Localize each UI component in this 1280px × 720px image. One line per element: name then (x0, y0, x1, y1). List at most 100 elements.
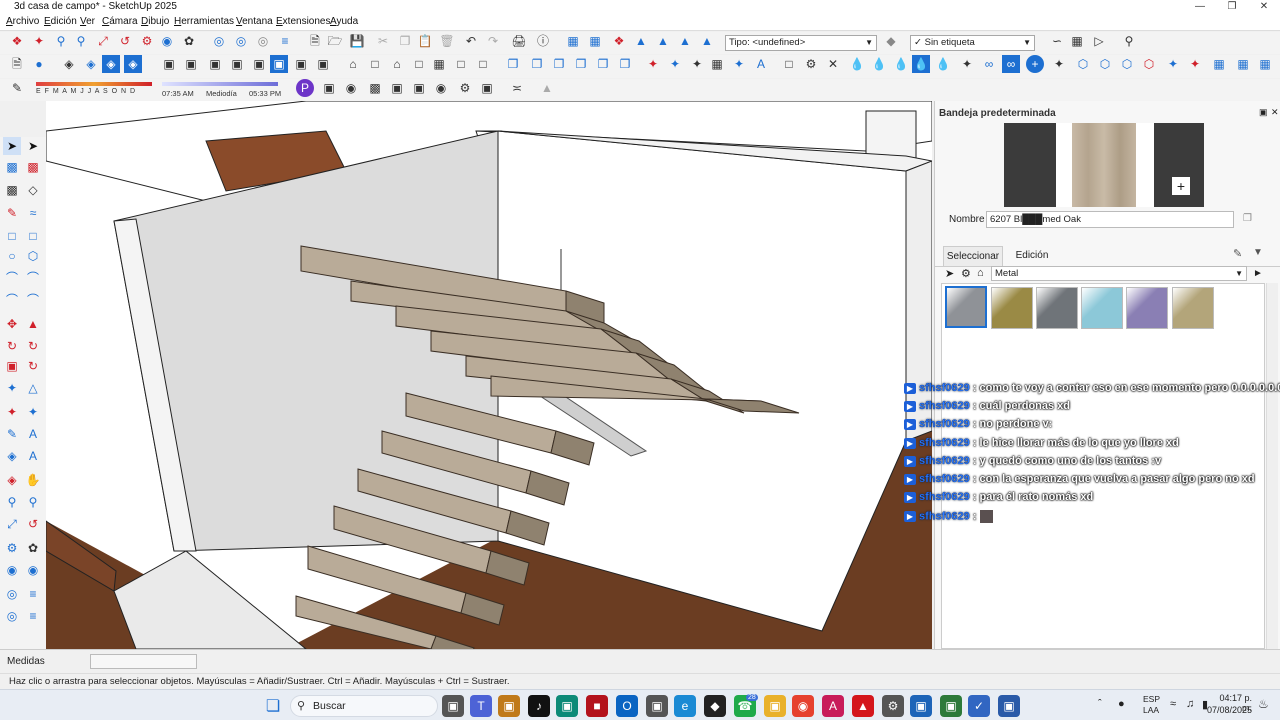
menu-archivo[interactable]: Archivo (6, 16, 39, 27)
render-icon[interactable]: ◉ (432, 79, 450, 97)
mic-icon[interactable]: ● (1118, 698, 1125, 710)
paste-icon[interactable]: 📋 (416, 32, 434, 50)
close-tray-icon[interactable]: ✕ (1271, 107, 1279, 118)
menu-ventana[interactable]: Ventana (236, 16, 273, 27)
tool-m-icon[interactable]: ▦ (1210, 55, 1228, 73)
dimension-2-icon[interactable]: ✦ (24, 403, 42, 421)
tool-i-icon[interactable]: ⬡ (1118, 55, 1136, 73)
sketchup-icon[interactable]: ▣ (910, 695, 932, 717)
details-icon[interactable]: ▼ (1253, 247, 1263, 258)
swatch-4[interactable] (1126, 287, 1168, 329)
drop-3-icon[interactable]: 💧 (892, 55, 910, 73)
rotate-icon[interactable]: ↻ (3, 337, 21, 355)
camera-front-icon[interactable]: ◈ (102, 55, 120, 73)
walk-2-icon[interactable]: ✿ (24, 539, 42, 557)
tool-a-icon[interactable]: ✦ (644, 55, 662, 73)
outer-shell-icon[interactable]: ❐ (504, 55, 522, 73)
tape-measure-icon[interactable]: ∽ (1048, 32, 1066, 50)
box-icon[interactable]: ▣ (320, 79, 338, 97)
menu-herramientas[interactable]: Herramientas (174, 16, 234, 27)
close-x-icon[interactable]: ✕ (824, 55, 842, 73)
tool-g-icon[interactable]: ⬡ (1074, 55, 1092, 73)
tool-o-icon[interactable]: ▦ (1256, 55, 1274, 73)
rotated-rect-icon[interactable]: □ (24, 227, 42, 245)
chat-app-icon[interactable]: ▣ (646, 695, 668, 717)
back-edges-icon[interactable]: ▣ (182, 55, 200, 73)
parallel-icon[interactable]: □ (474, 55, 492, 73)
app-red-icon[interactable]: ■ (586, 695, 608, 717)
tab-edit[interactable]: Edición (1007, 246, 1057, 266)
pie-icon[interactable]: ⌒ (24, 291, 42, 309)
tool-d-icon[interactable]: ▦ (708, 55, 726, 73)
position-camera-icon[interactable]: ⚙ (138, 32, 156, 50)
library-select[interactable]: Metal ▼ (991, 266, 1247, 281)
orbit-icon[interactable]: ◈ (3, 447, 21, 465)
eraser-tool-icon[interactable]: ✎ (8, 79, 26, 97)
print-icon[interactable]: 🖨 (510, 32, 528, 50)
app-window-icon[interactable]: ▣ (998, 695, 1020, 717)
erase-icon[interactable]: 🗑 (438, 32, 456, 50)
teams-icon[interactable]: T (470, 695, 492, 717)
dimension-icon[interactable]: ▦ (1068, 32, 1086, 50)
menu-ver[interactable]: Ver (80, 16, 95, 27)
sandbox-3-icon[interactable]: ▲ (676, 32, 694, 50)
protractor-2-icon[interactable]: △ (24, 379, 42, 397)
eyedropper-icon[interactable]: ✎ (1233, 247, 1242, 260)
shaded-textures-icon[interactable]: ▣ (270, 55, 288, 73)
shaded-icon[interactable]: ▣ (250, 55, 268, 73)
tool-b-icon[interactable]: ✦ (666, 55, 684, 73)
cube-icon[interactable]: ▣ (478, 79, 496, 97)
select-icon[interactable]: ➤ (3, 137, 21, 155)
volume-icon[interactable]: ♫ (1186, 698, 1194, 710)
explorer-icon[interactable]: ▣ (498, 695, 520, 717)
tool-l-icon[interactable]: ✦ (1186, 55, 1204, 73)
swatch-1[interactable] (991, 287, 1033, 329)
car-icon[interactable]: ▣ (388, 79, 406, 97)
tool-f-icon[interactable]: ✦ (1050, 55, 1068, 73)
section-4-icon[interactable]: ≡ (24, 585, 42, 603)
section-fill-icon[interactable]: ≡ (276, 32, 294, 50)
zoom-icon[interactable]: ⚲ (52, 32, 70, 50)
text-3d-icon[interactable]: A (24, 425, 42, 443)
circle-icon[interactable]: ○ (3, 247, 21, 265)
type-combo[interactable]: Tipo: <undefined> ▼ (725, 35, 877, 51)
drop-4-icon[interactable]: 💧 (912, 55, 930, 73)
new-file-icon[interactable]: 🗎 (306, 32, 324, 50)
section-cut-icon[interactable]: ◎ (254, 32, 272, 50)
zoom-2-icon[interactable]: ⚲ (3, 493, 21, 511)
drop-2-icon[interactable]: 💧 (870, 55, 888, 73)
home-icon[interactable]: ⌂ (977, 267, 984, 279)
left-view-icon[interactable]: □ (410, 55, 428, 73)
intersect-icon[interactable]: ❐ (528, 55, 546, 73)
tag-combo[interactable]: ✓ Sin etiqueta ▼ (910, 35, 1035, 51)
location-icon[interactable]: ⚲ (1120, 32, 1138, 50)
bottom-view-icon[interactable]: □ (452, 55, 470, 73)
text-label-icon[interactable]: ✎ (3, 425, 21, 443)
sun-icon[interactable]: ≍ (508, 79, 526, 97)
zoom-extents-icon[interactable]: ⤢ (94, 32, 112, 50)
model-info-icon[interactable]: ⓘ (534, 32, 552, 50)
taskbar-search[interactable]: ⚲ Buscar (290, 695, 438, 717)
swatch-0[interactable] (945, 286, 987, 328)
hidden-line-icon[interactable]: ▣ (228, 55, 246, 73)
swatch-3[interactable] (1081, 287, 1123, 329)
section-plane-icon[interactable]: ◎ (210, 32, 228, 50)
edge-icon[interactable]: e (674, 695, 696, 717)
erase-2-icon[interactable]: ◇ (24, 181, 42, 199)
previous-view-icon[interactable]: ↺ (116, 32, 134, 50)
app-icon[interactable]: ▣ (556, 695, 578, 717)
text-tool-icon[interactable]: A (752, 55, 770, 73)
stair-tread[interactable] (295, 595, 437, 649)
camera-icon[interactable]: ▣ (410, 79, 428, 97)
tape-icon[interactable]: ✦ (3, 379, 21, 397)
swatch-5[interactable] (1172, 287, 1214, 329)
position-icon[interactable]: ⚙ (3, 539, 21, 557)
outlook-icon[interactable]: O (616, 695, 638, 717)
section-3-icon[interactable]: ◎ (3, 585, 21, 603)
camera-top-icon[interactable]: ◈ (82, 55, 100, 73)
model-viewport[interactable] (46, 101, 932, 649)
subtract-icon[interactable]: ❐ (572, 55, 590, 73)
look-2-icon[interactable]: ◉ (24, 561, 42, 579)
folder-icon[interactable]: □ (780, 55, 798, 73)
right-view-icon[interactable]: ▦ (430, 55, 448, 73)
